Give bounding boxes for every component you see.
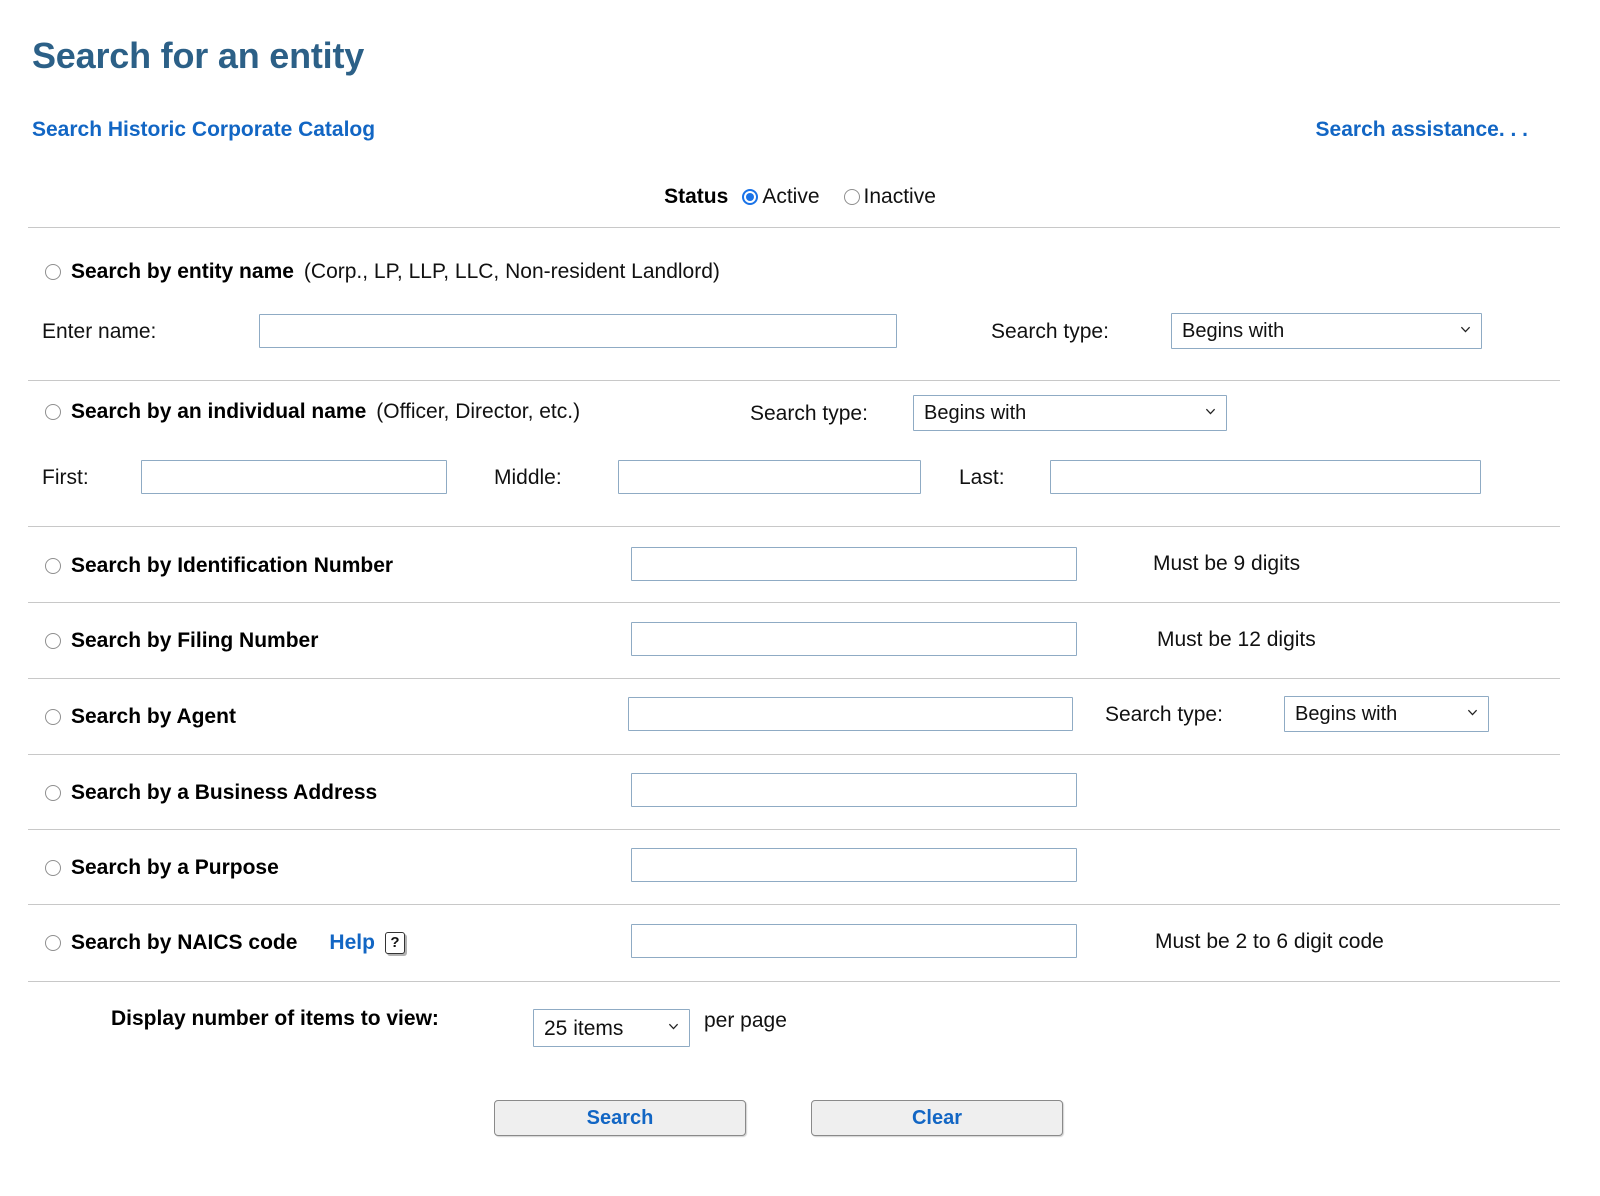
individual-search-type-label-wrap: Search type: [750,402,868,426]
question-mark-icon[interactable]: ? [384,932,405,954]
identification-number-hint: Must be 9 digits [1153,552,1301,575]
entity-search-type-select-wrap[interactable]: Begins with [1171,313,1482,349]
radio-search-by-agent[interactable] [45,709,61,725]
enter-name-label-wrap: Enter name: [42,320,156,344]
filing-number-input[interactable] [631,622,1077,656]
last-name-label-wrap: Last: [959,466,1005,490]
middle-name-label: Middle: [494,466,562,489]
first-name-label-wrap: First: [42,466,89,490]
display-items-select-wrap[interactable]: 25 items [533,1009,690,1047]
agent-search-type-select[interactable]: Begins with [1284,696,1489,732]
radio-search-by-individual-name[interactable] [45,404,61,420]
agent-search-type-label: Search type: [1105,703,1223,726]
section-agent-title: Search by Agent [71,705,236,728]
divider [28,829,1560,830]
search-entity-page: Search for an entity Search Historic Cor… [0,0,1600,1196]
divider [28,227,1560,228]
purpose-input[interactable] [631,848,1077,882]
individual-search-type-select-wrap[interactable]: Begins with [913,395,1227,431]
radio-inactive-label: Inactive [863,185,936,208]
first-name-input[interactable] [141,460,447,494]
middle-name-input[interactable] [618,460,921,494]
agent-search-type-select-wrap[interactable]: Begins with [1284,696,1489,732]
divider [28,904,1560,905]
radio-search-by-purpose[interactable] [45,860,61,876]
per-page-label: per page [704,1009,787,1032]
status-label: Status [664,185,729,208]
status-row: Status Active Inactive [0,185,1600,209]
individual-search-type-label: Search type: [750,402,868,425]
section-identification-number-title: Search by Identification Number [71,554,394,577]
radio-search-by-entity-name[interactable] [45,264,61,280]
entity-search-type-select[interactable]: Begins with [1171,313,1482,349]
search-historic-corporate-catalog-link[interactable]: Search Historic Corporate Catalog [32,118,375,142]
section-entity-name-header[interactable]: Search by entity name (Corp., LP, LLP, L… [45,260,720,284]
page-title: Search for an entity [32,35,365,76]
last-name-input[interactable] [1050,460,1481,494]
filing-number-hint: Must be 12 digits [1157,628,1316,651]
divider [28,526,1560,527]
last-name-label: Last: [959,466,1005,489]
section-agent-header[interactable]: Search by Agent [45,705,236,729]
entity-search-type-label: Search type: [991,320,1109,343]
radio-search-by-business-address[interactable] [45,785,61,801]
section-filing-number-header[interactable]: Search by Filing Number [45,629,318,653]
status-option-inactive[interactable]: Inactive [843,185,936,209]
section-business-address-title: Search by a Business Address [71,781,378,804]
section-filing-number-title: Search by Filing Number [71,629,319,652]
identification-number-input[interactable] [631,547,1077,581]
display-items-label: Display number of items to view: [111,1007,439,1030]
clear-button[interactable]: Clear [811,1100,1063,1136]
display-items-select[interactable]: 25 items [533,1009,690,1047]
search-button[interactable]: Search [494,1100,746,1136]
section-naics-code-title: Search by NAICS code [71,931,298,954]
agent-input[interactable] [628,697,1073,731]
radio-active-label: Active [762,185,820,208]
divider [28,754,1560,755]
business-address-input[interactable] [631,773,1077,807]
middle-name-label-wrap: Middle: [494,466,562,490]
section-business-address-header[interactable]: Search by a Business Address [45,781,377,805]
radio-inactive[interactable] [843,189,860,205]
divider [28,602,1560,603]
section-purpose-header[interactable]: Search by a Purpose [45,856,279,880]
naics-help-link[interactable]: Help [329,931,375,955]
entity-name-input[interactable] [259,314,897,348]
section-purpose-title: Search by a Purpose [71,856,279,879]
status-option-active[interactable]: Active [742,185,820,209]
radio-search-by-filing-number[interactable] [45,633,61,649]
agent-search-type-label-wrap: Search type: [1105,703,1223,727]
individual-search-type-select[interactable]: Begins with [913,395,1227,431]
section-identification-number-header[interactable]: Search by Identification Number [45,554,393,578]
search-assistance-link[interactable]: Search assistance. . . [1316,118,1528,142]
divider [28,981,1560,982]
section-entity-name-title: Search by entity name [71,260,294,283]
section-individual-name-note: (Officer, Director, etc.) [376,400,581,423]
divider [28,678,1560,679]
radio-search-by-naics-code[interactable] [45,935,61,951]
section-individual-name-header[interactable]: Search by an individual name (Officer, D… [45,400,580,424]
first-name-label: First: [42,466,89,489]
radio-search-by-identification-number[interactable] [45,558,61,574]
section-entity-name-note: (Corp., LP, LLP, LLC, Non-resident Landl… [303,260,720,283]
entity-search-type-label-wrap: Search type: [991,320,1109,344]
divider [28,380,1560,381]
radio-active[interactable] [742,189,759,205]
section-naics-code-header[interactable]: Search by NAICS code Help ? [45,931,405,955]
naics-code-input[interactable] [631,924,1077,958]
enter-name-label: Enter name: [42,320,157,343]
naics-code-hint: Must be 2 to 6 digit code [1155,930,1384,953]
section-individual-name-title: Search by an individual name [71,400,367,423]
